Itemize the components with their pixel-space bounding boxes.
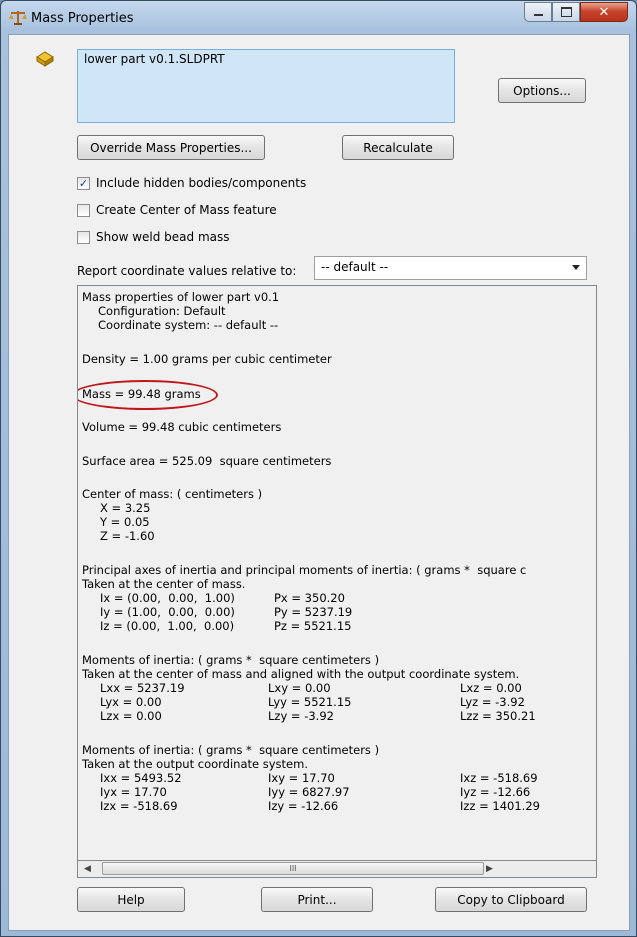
minimize-icon (533, 14, 543, 16)
moment-lyz: Lyz = -3.92 (460, 695, 525, 709)
center-of-mass-y: Y = 0.05 (100, 515, 150, 529)
moment-ixx: Ixx = 5493.52 (100, 771, 182, 785)
moment-lyy: Lyy = 5521.15 (268, 695, 352, 709)
close-button[interactable]: ✕ (580, 2, 628, 22)
window-title: Mass Properties (31, 11, 134, 26)
report-coordinates-label: Report coordinate values relative to: (77, 264, 297, 278)
checkbox-label: Include hidden bodies/components (96, 176, 307, 190)
dropdown-value: -- default -- (321, 260, 389, 274)
moment-ixz: Ixz = -518.69 (460, 771, 538, 785)
principal-moment-px: Px = 350.20 (274, 591, 345, 605)
checkbox-box[interactable] (77, 203, 90, 217)
center-of-mass-title: Center of mass: ( centimeters ) (82, 487, 263, 501)
list-item[interactable]: lower part v0.1.SLDPRT (84, 52, 448, 66)
moments-center-title: Moments of inertia: ( grams * square cen… (82, 653, 380, 667)
moment-lxx: Lxx = 5237.19 (100, 681, 185, 695)
moment-lzx: Lzx = 0.00 (100, 709, 162, 723)
moment-ixy: Ixy = 17.70 (268, 771, 335, 785)
moment-lxz: Lxz = 0.00 (460, 681, 522, 695)
moment-izz: Izz = 1401.29 (460, 799, 540, 813)
moment-izy: Izy = -12.66 (268, 799, 339, 813)
moment-izx: Izx = -518.69 (100, 799, 178, 813)
moments-output-subtitle: Taken at the output coordinate system. (82, 757, 308, 771)
coordinate-system-line: Coordinate system: -- default -- (98, 318, 279, 332)
include-hidden-bodies-checkbox[interactable]: ✓ Include hidden bodies/components (77, 176, 306, 190)
principal-axis-iz: Iz = (0.00, 1.00, 0.00) (100, 619, 235, 633)
copy-to-clipboard-button[interactable]: Copy to Clipboard (435, 887, 587, 912)
moments-output-title: Moments of inertia: ( grams * square cen… (82, 743, 380, 757)
configuration-line: Configuration: Default (98, 304, 226, 318)
results-header: Mass properties of lower part v0.1 (82, 290, 280, 304)
moment-iyy: Iyy = 6827.97 (268, 785, 350, 799)
print-button[interactable]: Print... (261, 887, 373, 912)
scrollbar-thumb[interactable]: III (102, 862, 484, 875)
horizontal-scrollbar[interactable]: ◀ III ▶ (77, 861, 597, 878)
help-button[interactable]: Help (77, 887, 185, 912)
close-icon: ✕ (598, 4, 610, 20)
moment-lzy: Lzy = -3.92 (268, 709, 334, 723)
surface-area-line: Surface area = 525.09 square centimeters (82, 454, 332, 468)
recalculate-button[interactable]: Recalculate (342, 135, 454, 160)
maximize-icon (560, 7, 572, 17)
moment-iyx: Iyx = 17.70 (100, 785, 167, 799)
show-weld-bead-mass-checkbox[interactable]: Show weld bead mass (77, 230, 230, 244)
density-line: Density = 1.00 grams per cubic centimete… (82, 352, 332, 366)
principal-moment-pz: Pz = 5521.15 (274, 619, 352, 633)
maximize-button[interactable] (552, 2, 580, 22)
mass-highlight-ellipse (78, 380, 218, 410)
principal-axis-iy: Iy = (1.00, 0.00, 0.00) (100, 605, 235, 619)
moment-lzz: Lzz = 350.21 (460, 709, 536, 723)
selected-items-list[interactable]: lower part v0.1.SLDPRT (77, 49, 455, 123)
principal-axes-title: Principal axes of inertia and principal … (82, 563, 527, 577)
moment-lxy: Lxy = 0.00 (268, 681, 331, 695)
dialog-body: lower part v0.1.SLDPRT Options... Overri… (8, 34, 630, 931)
chevron-down-icon[interactable] (572, 265, 580, 270)
mass-properties-results[interactable]: Mass properties of lower part v0.1 Confi… (77, 285, 597, 861)
center-of-mass-x: X = 3.25 (100, 501, 151, 515)
part-icon (36, 51, 54, 67)
volume-line: Volume = 99.48 cubic centimeters (82, 420, 282, 434)
principal-moment-py: Py = 5237.19 (274, 605, 353, 619)
principal-axes-subtitle: Taken at the center of mass. (82, 577, 246, 591)
moments-center-subtitle: Taken at the center of mass and aligned … (82, 667, 520, 681)
checkbox-label: Create Center of Mass feature (96, 203, 277, 217)
scale-icon (9, 11, 27, 25)
principal-axis-ix: Ix = (0.00, 0.00, 1.00) (100, 591, 235, 605)
moment-iyz: Iyz = -12.66 (460, 785, 531, 799)
minimize-button[interactable] (524, 2, 552, 22)
center-of-mass-z: Z = -1.60 (100, 529, 155, 543)
title-bar[interactable]: Mass Properties ✕ (1, 1, 636, 35)
checkbox-label: Show weld bead mass (96, 230, 230, 244)
checkbox-box[interactable]: ✓ (77, 176, 90, 190)
options-button[interactable]: Options... (498, 78, 586, 103)
mass-properties-window: Mass Properties ✕ lower part v0.1.SLDPRT… (0, 0, 637, 937)
scrollbar-grip: III (289, 864, 297, 873)
create-center-of-mass-checkbox[interactable]: Create Center of Mass feature (77, 203, 277, 217)
coordinate-system-dropdown[interactable]: -- default -- (314, 256, 587, 280)
override-mass-properties-button[interactable]: Override Mass Properties... (77, 135, 265, 160)
scroll-right-icon[interactable]: ▶ (486, 864, 493, 874)
checkbox-box[interactable] (77, 230, 90, 244)
scroll-left-icon[interactable]: ◀ (84, 864, 91, 874)
moment-lyx: Lyx = 0.00 (100, 695, 162, 709)
